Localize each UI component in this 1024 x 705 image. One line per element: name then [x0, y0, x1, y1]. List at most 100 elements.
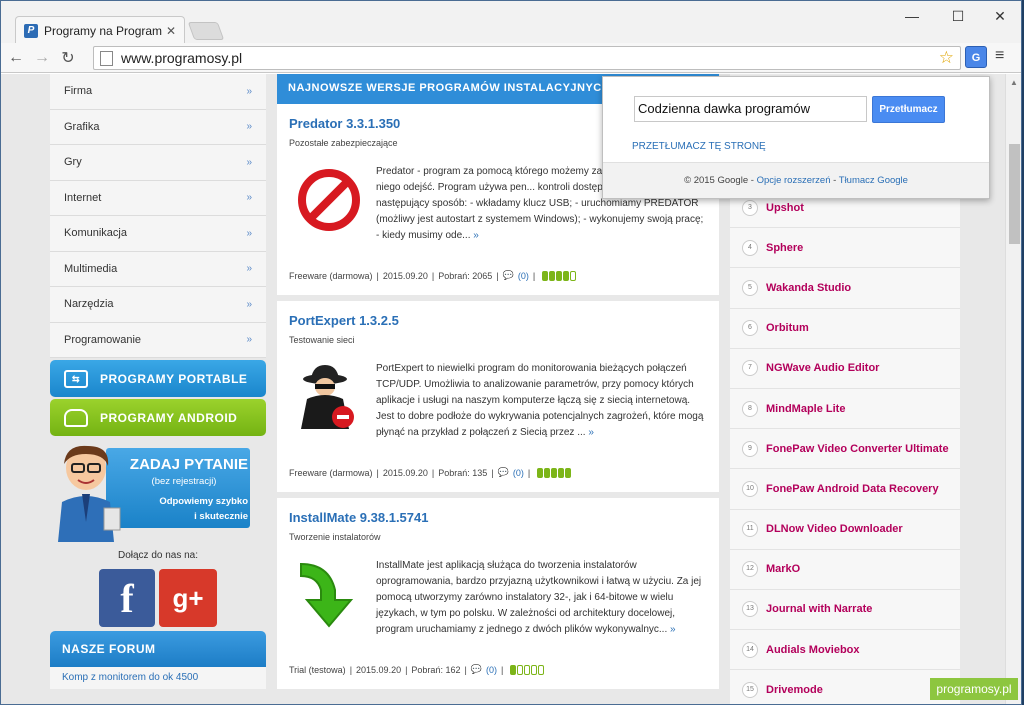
ranking-list: 3 Upshot 4 Sphere 5 Wakanda Studio 6 Orbitum 7 NG… — [730, 188, 960, 704]
rank-program-link[interactable]: DLNow Video Downloader — [766, 523, 903, 535]
rank-program-link[interactable]: Drivemode — [766, 684, 823, 696]
browser-toolbar: ← → ↻ www.programosy.pl ☆ G ≡ — [1, 43, 1021, 73]
category-komunikacja[interactable]: Komunikacja» — [50, 216, 266, 252]
rank-program-link[interactable]: Wakanda Studio — [766, 282, 851, 294]
rank-program-link[interactable]: FonePaw Video Converter Ultimate — [766, 443, 949, 455]
green-arrow-icon — [300, 562, 354, 628]
social-links: f g+ — [50, 569, 266, 627]
rating-segment — [544, 467, 551, 478]
minimize-icon[interactable]: — — [889, 3, 935, 29]
ranking-item[interactable]: 12 MarkO — [730, 549, 960, 590]
category-gry[interactable]: Gry» — [50, 145, 266, 181]
scrollbar-thumb[interactable] — [1009, 144, 1020, 244]
portable-programs-button[interactable]: ⇆ PROGRAMY PORTABLE — [50, 360, 266, 397]
rank-number: 6 — [742, 320, 758, 337]
program-title-link[interactable]: InstallMate 9.38.1.5741 — [289, 510, 428, 525]
category-programowanie[interactable]: Programowanie» — [50, 322, 266, 358]
url-text: www.programosy.pl — [121, 50, 243, 66]
category-grafika[interactable]: Grafika» — [50, 109, 266, 145]
rating-bar — [537, 467, 572, 478]
ranking-item[interactable]: 7 NGWave Audio Editor — [730, 348, 960, 389]
ranking-item[interactable]: 8 MindMaple Lite — [730, 388, 960, 430]
comments-count[interactable]: (0) — [513, 468, 524, 478]
scroll-up-icon[interactable]: ▲ — [1010, 78, 1018, 87]
tab-strip: P Programy na Programosy... ✕ — ☐ ✕ — [1, 1, 1021, 44]
chevron-right-icon: » — [246, 298, 252, 310]
translate-page-link[interactable]: PRZETŁUMACZ TĘ STRONĘ — [632, 141, 766, 152]
google-translate-extension-icon[interactable]: G — [965, 46, 987, 68]
rank-number: 4 — [742, 239, 758, 256]
google-plus-icon[interactable]: g+ — [159, 569, 217, 627]
tab-close-icon[interactable]: ✕ — [166, 24, 176, 38]
google-translate-link[interactable]: Tłumacz Google — [839, 175, 908, 186]
category-internet[interactable]: Internet» — [50, 180, 266, 216]
rank-program-link[interactable]: Sphere — [766, 242, 803, 254]
ranking-item[interactable]: 6 Orbitum — [730, 308, 960, 349]
page-scrollbar[interactable]: ▲ ▼ — [1005, 74, 1021, 704]
ranking-item[interactable]: 4 Sphere — [730, 228, 960, 269]
rating-segment — [531, 664, 538, 675]
rank-program-link[interactable]: Audials Moviebox — [766, 644, 860, 656]
rank-program-link[interactable]: NGWave Audio Editor — [766, 362, 879, 374]
chevron-right-icon: » — [246, 192, 252, 204]
comments-count[interactable]: (0) — [486, 665, 497, 675]
translate-input[interactable]: Codzienna dawka programów — [634, 96, 867, 122]
ranking-item[interactable]: 15 Drivemode — [730, 670, 960, 704]
reload-icon[interactable]: ↻ — [57, 48, 79, 68]
category-firma[interactable]: Firma» — [50, 74, 266, 110]
category-narzedzia[interactable]: Narzędzia» — [50, 287, 266, 323]
forward-arrow-icon[interactable]: → — [31, 49, 53, 67]
new-tab-button[interactable] — [187, 22, 225, 40]
rating-segment — [558, 467, 565, 478]
ranking-item[interactable]: 9 FonePaw Video Converter Ultimate — [730, 429, 960, 470]
bookmark-star-icon[interactable]: ☆ — [939, 48, 954, 68]
forum-link[interactable]: Komp z monitorem do ok 4500 — [50, 667, 266, 689]
android-programs-button[interactable]: PROGRAMY ANDROID — [50, 399, 266, 436]
program-title-link[interactable]: PortExpert 1.3.2.5 — [289, 313, 399, 328]
android-icon — [64, 408, 88, 427]
rating-segment — [570, 270, 577, 281]
extension-options-link[interactable]: Opcje rozszerzeń — [757, 175, 831, 186]
rank-program-link[interactable]: MarkO — [766, 563, 800, 575]
rank-number: 14 — [742, 641, 758, 658]
browser-tab[interactable]: P Programy na Programosy... ✕ — [15, 16, 185, 44]
rank-program-link[interactable]: Upshot — [766, 202, 804, 214]
rating-bar — [510, 664, 545, 675]
ranking-item[interactable]: 5 Wakanda Studio — [730, 268, 960, 309]
ranking-item[interactable]: 14 Audials Moviebox — [730, 630, 960, 671]
ranking-item[interactable]: 10 FonePaw Android Data Recovery — [730, 469, 960, 510]
translate-button[interactable]: Przetłumacz — [872, 96, 945, 123]
ranking-item[interactable]: 11 DLNow Video Downloader — [730, 509, 960, 550]
close-window-icon[interactable]: ✕ — [977, 3, 1021, 29]
popup-footer: © 2015 Google - Opcje rozszerzeń - Tłuma… — [603, 162, 989, 198]
comments-icon[interactable]: 💬 — [498, 467, 509, 478]
tab-title: Programy na Programosy... — [44, 23, 162, 38]
chevron-right-icon: » — [246, 85, 252, 97]
rating-segment — [542, 270, 549, 281]
comments-count[interactable]: (0) — [518, 271, 529, 281]
rank-program-link[interactable]: FonePaw Android Data Recovery — [766, 483, 939, 495]
rating-segment — [510, 664, 517, 675]
ask-question-banner[interactable]: ZADAJ PYTANIE (bez rejestracji) Odpowiem… — [50, 442, 266, 542]
program-meta: Freeware (darmowa) | 2015.09.20 | Pobrań: … — [289, 270, 577, 281]
comments-icon[interactable]: 💬 — [503, 270, 514, 281]
read-more-icon[interactable]: » — [667, 624, 676, 635]
ranking-item[interactable]: 13 Journal with Narrate — [730, 589, 960, 631]
back-arrow-icon[interactable]: ← — [5, 49, 27, 67]
program-title-link[interactable]: Predator 3.3.1.350 — [289, 116, 400, 131]
rating-segment — [551, 467, 558, 478]
rank-program-link[interactable]: Orbitum — [766, 322, 809, 334]
rank-program-link[interactable]: MindMaple Lite — [766, 403, 845, 415]
facebook-icon[interactable]: f — [99, 569, 155, 627]
rank-program-link[interactable]: Journal with Narrate — [766, 603, 872, 615]
program-meta: Trial (testowa) | 2015.09.20 | Pobrań: 162… — [289, 664, 545, 675]
category-multimedia[interactable]: Multimedia» — [50, 251, 266, 287]
program-category: Pozostałe zabezpieczające — [289, 138, 398, 148]
address-bar[interactable]: www.programosy.pl ☆ — [93, 46, 961, 70]
site-favicon-icon: P — [24, 23, 38, 38]
chrome-menu-icon[interactable]: ≡ — [995, 47, 1004, 65]
maximize-icon[interactable]: ☐ — [935, 3, 981, 29]
comments-icon[interactable]: 💬 — [471, 664, 482, 675]
read-more-icon[interactable]: » — [470, 230, 479, 241]
read-more-icon[interactable]: » — [586, 427, 594, 438]
